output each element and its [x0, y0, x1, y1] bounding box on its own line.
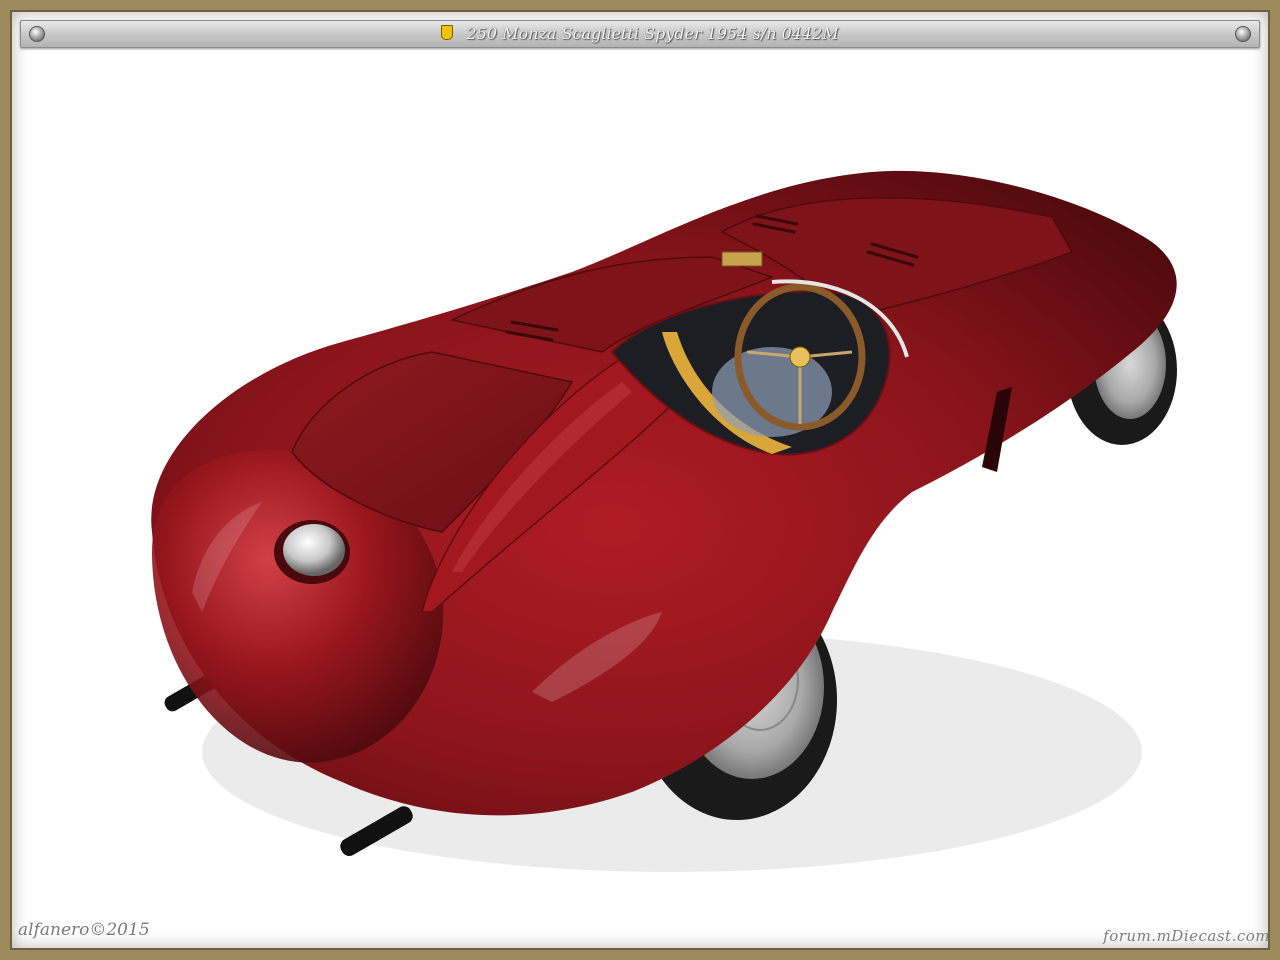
- screw-icon: [1235, 26, 1251, 42]
- site-watermark: forum.mDiecast.com: [1103, 927, 1270, 945]
- car-photo: [151, 170, 1177, 872]
- fuel-cap: [274, 520, 350, 584]
- prancing-horse-shield-icon: [441, 25, 454, 40]
- photo-title: 250 Monza Scaglietti Spyder 1954 s/n 044…: [466, 24, 839, 43]
- title-wrap: 250 Monza Scaglietti Spyder 1954 s/n 044…: [21, 21, 1259, 47]
- photo-credit: alfanero©2015: [18, 920, 150, 940]
- title-bar: 250 Monza Scaglietti Spyder 1954 s/n 044…: [20, 20, 1260, 48]
